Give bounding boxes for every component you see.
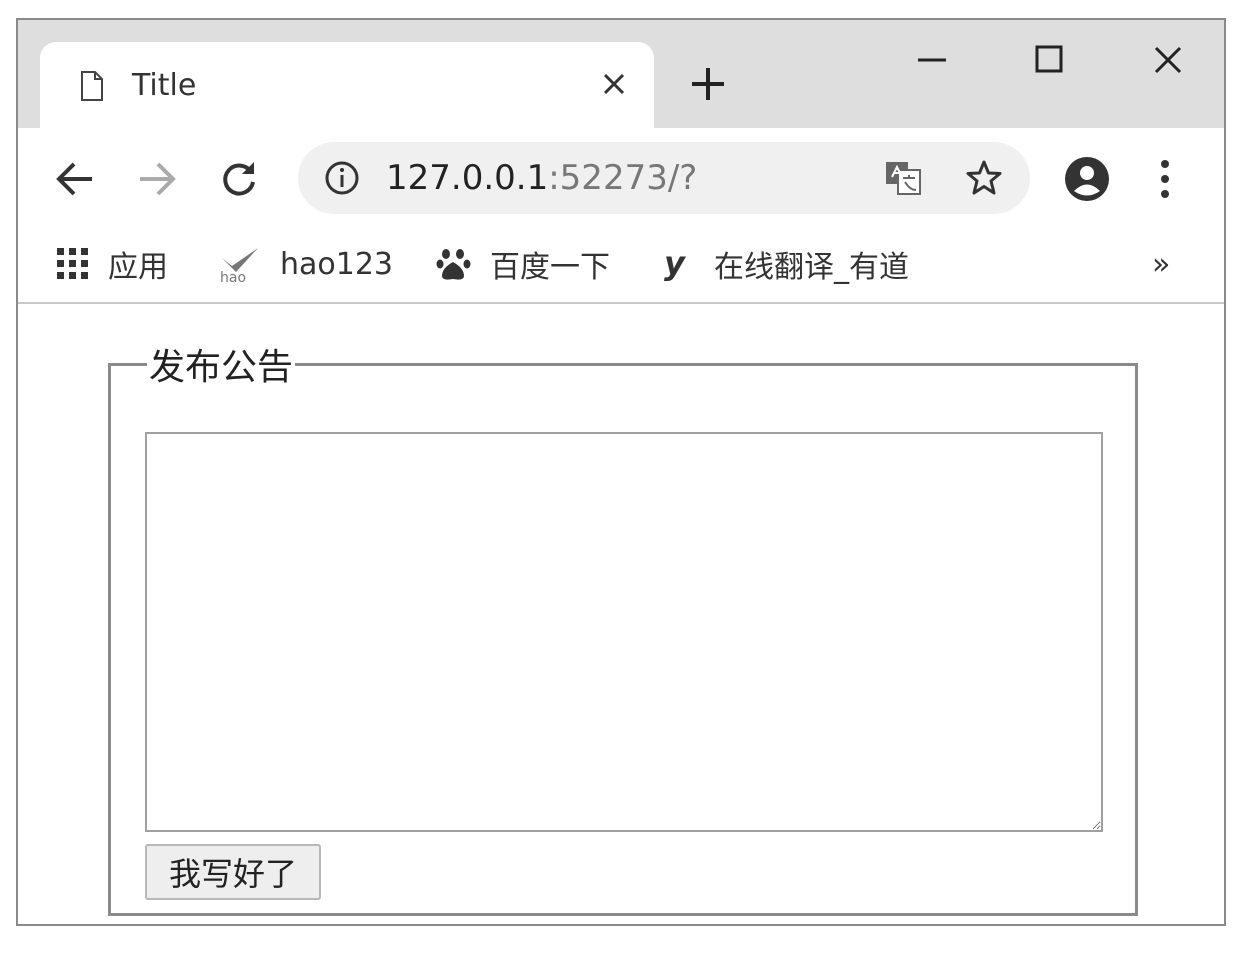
maximize-button[interactable] — [1028, 42, 1072, 82]
tab-close-icon[interactable] — [600, 70, 628, 98]
bookmark-youdao[interactable]: y 在线翻译_有道 — [664, 244, 909, 285]
bookmark-hao123[interactable]: hao hao123 — [218, 244, 394, 285]
address-bar[interactable]: 127.0.0.1:52273/? — [298, 142, 1030, 214]
bookmark-label: 应用 — [108, 250, 168, 285]
youdao-icon: y — [664, 246, 686, 282]
baidu-paw-icon — [436, 249, 471, 280]
bookmark-label: 在线翻译_有道 — [714, 250, 909, 285]
hao123-icon: hao — [220, 248, 258, 284]
document-icon — [81, 71, 103, 101]
url-host: 127.0.0.1 — [386, 158, 549, 198]
url-text[interactable]: 127.0.0.1:52273/? — [386, 158, 697, 198]
new-tab-button[interactable] — [688, 64, 728, 104]
bookmarks-overflow-button[interactable]: » — [1152, 244, 1170, 284]
page-content: 发布公告 我写好了 — [18, 304, 1224, 924]
bookmark-apps[interactable]: 应用 — [56, 244, 168, 285]
announcement-fieldset: 发布公告 我写好了 — [108, 338, 1138, 916]
bookmark-label: 百度一下 — [490, 250, 610, 285]
bookmarks-bar: 应用 hao hao123 百度一下 y 在线翻译_有道 » — [18, 226, 1224, 304]
chevron-double-right-icon: » — [1152, 246, 1171, 282]
star-icon[interactable] — [964, 158, 1004, 198]
minimize-button[interactable] — [910, 42, 954, 82]
tab-title: Title — [132, 68, 197, 103]
bookmark-label: hao123 — [280, 246, 394, 282]
back-button[interactable] — [54, 158, 96, 200]
reload-button[interactable] — [218, 158, 260, 200]
svg-text:hao: hao — [220, 270, 246, 284]
tab-active[interactable]: Title — [40, 42, 654, 128]
svg-text:y: y — [664, 246, 686, 282]
menu-icon[interactable] — [1158, 158, 1172, 200]
apps-grid-icon — [57, 248, 88, 279]
fieldset-legend: 发布公告 — [149, 347, 294, 388]
toolbar: 127.0.0.1:52273/? — [18, 128, 1224, 226]
announcement-textarea[interactable] — [145, 432, 1103, 832]
submit-button[interactable]: 我写好了 — [145, 844, 321, 900]
info-icon[interactable] — [324, 160, 360, 196]
bookmark-baidu[interactable]: 百度一下 — [436, 244, 610, 285]
tab-strip: Title — [18, 20, 1224, 128]
url-path: :52273/? — [548, 158, 698, 198]
browser-window: Title 127.0.0.1:52273/? 应用 hao hao123 百度… — [16, 18, 1226, 926]
close-window-button[interactable] — [1146, 42, 1190, 82]
profile-icon[interactable] — [1064, 156, 1110, 202]
forward-button[interactable] — [136, 158, 178, 200]
translate-icon[interactable] — [884, 160, 922, 196]
